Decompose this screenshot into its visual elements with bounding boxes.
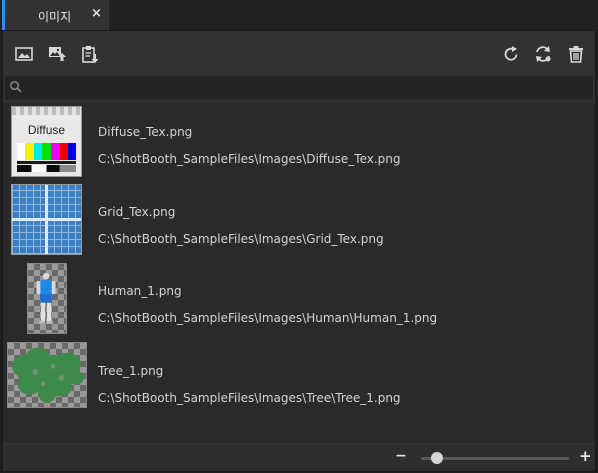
image-path: C:\ShotBooth_SampleFiles\Images\Diffuse_… bbox=[98, 152, 401, 166]
image-name: Tree_1.png bbox=[98, 364, 164, 378]
upload-image-button[interactable] bbox=[46, 43, 68, 65]
image-name: Grid_Tex.png bbox=[98, 205, 176, 219]
tab-active-indicator bbox=[2, 0, 5, 30]
image-upload-icon bbox=[49, 47, 66, 61]
refresh-icon bbox=[504, 46, 518, 61]
add-image-button[interactable] bbox=[13, 43, 35, 65]
tree-thumbnail bbox=[7, 342, 87, 408]
sync-icon bbox=[536, 46, 551, 62]
zoom-out-button[interactable]: − bbox=[395, 448, 407, 464]
human-figure-icon bbox=[36, 272, 56, 324]
refresh-button[interactable] bbox=[500, 43, 522, 65]
tab-close-button[interactable]: × bbox=[91, 7, 102, 21]
diffuse-thumbnail: Diffuse bbox=[11, 106, 82, 177]
zoom-slider-handle[interactable] bbox=[431, 452, 443, 464]
tree-foliage-icon bbox=[12, 347, 84, 403]
toolbar bbox=[3, 31, 595, 73]
image-name: Diffuse_Tex.png bbox=[98, 125, 193, 139]
search-bar bbox=[5, 76, 593, 100]
footer-bar: − + bbox=[3, 445, 595, 471]
search-icon bbox=[9, 80, 22, 93]
image-name: Human_1.png bbox=[98, 284, 182, 298]
image-path: C:\ShotBooth_SampleFiles\Images\Human\Hu… bbox=[98, 311, 438, 325]
image-icon bbox=[15, 47, 33, 61]
list-item-diffuse-tex[interactable]: Diffuse Diffuse_Tex.png C:\ShotBooth_Sam… bbox=[3, 103, 595, 181]
image-list[interactable]: Diffuse Diffuse_Tex.png C:\ShotBooth_Sam… bbox=[3, 103, 595, 443]
zoom-slider[interactable] bbox=[421, 452, 569, 464]
grid-thumbnail bbox=[11, 184, 82, 255]
tab-images[interactable]: 이미지 × bbox=[2, 0, 109, 30]
thumbnail-label: Diffuse bbox=[27, 123, 66, 137]
image-path: C:\ShotBooth_SampleFiles\Images\Grid_Tex… bbox=[98, 232, 384, 246]
list-item-grid-tex[interactable]: Grid_Tex.png C:\ShotBooth_SampleFiles\Im… bbox=[3, 182, 595, 260]
list-item-human[interactable]: Human_1.png C:\ShotBooth_SampleFiles\Ima… bbox=[3, 260, 595, 338]
image-panel: Diffuse Diffuse_Tex.png C:\ShotBooth_Sam… bbox=[2, 30, 596, 471]
human-thumbnail bbox=[27, 263, 67, 334]
list-item-tree[interactable]: Tree_1.png C:\ShotBooth_SampleFiles\Imag… bbox=[3, 339, 595, 417]
clipboard-paste-icon bbox=[82, 46, 99, 63]
tab-bar: 이미지 × bbox=[0, 0, 598, 30]
trash-icon bbox=[569, 46, 583, 63]
zoom-in-button[interactable]: + bbox=[579, 447, 592, 465]
search-input[interactable] bbox=[27, 78, 587, 98]
tab-title: 이미지 bbox=[38, 10, 72, 24]
image-path: C:\ShotBooth_SampleFiles\Images\Tree\Tre… bbox=[98, 391, 401, 405]
sync-button[interactable] bbox=[532, 43, 554, 65]
paste-image-button[interactable] bbox=[79, 43, 101, 65]
delete-button[interactable] bbox=[565, 43, 587, 65]
